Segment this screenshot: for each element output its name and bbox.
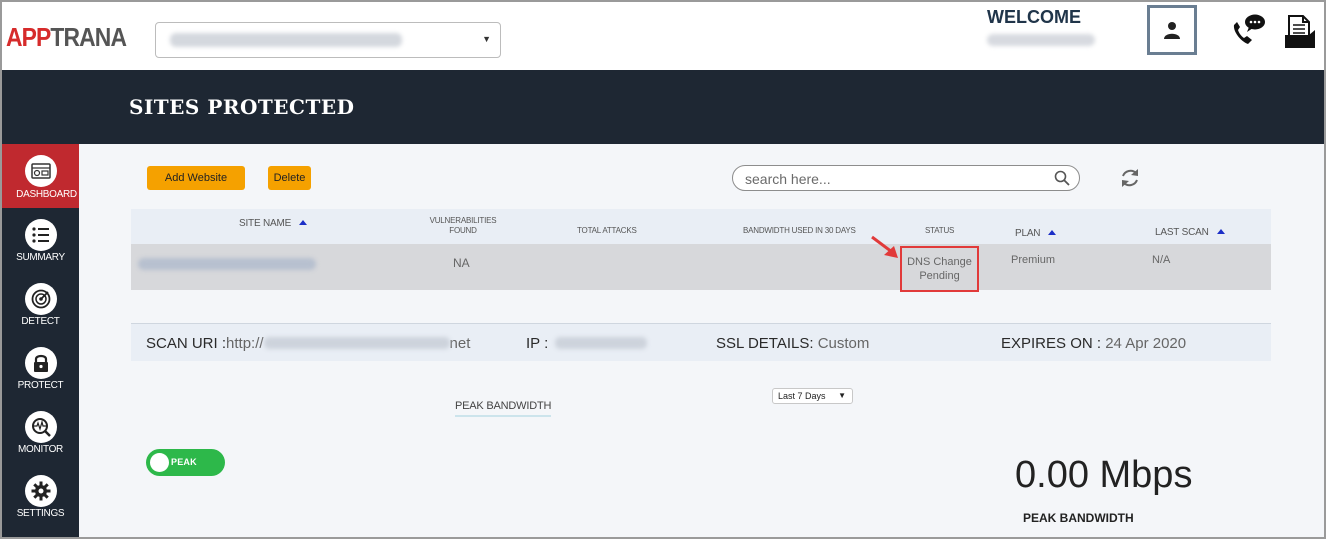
sidebar-icon-circle: [25, 283, 57, 315]
peak-bandwidth-value: 0.00 Mbps: [1015, 454, 1193, 496]
sort-asc-icon[interactable]: [299, 220, 308, 225]
col-plan-label: PLAN: [1015, 228, 1041, 239]
page-title: SITES PROTECTED: [129, 95, 355, 119]
col-site-name[interactable]: SITE NAME: [239, 218, 308, 229]
sidebar-item-label: SETTINGS: [16, 508, 65, 519]
date-range-select[interactable]: Last 7 Days ▼: [772, 388, 853, 404]
scan-ip-masked: [555, 337, 648, 349]
monitor-search-icon: [32, 418, 51, 437]
sidebar-item-label: DASHBOARD: [16, 189, 77, 200]
sidebar-item-monitor[interactable]: MONITOR: [2, 400, 79, 464]
sidebar-icon-circle: [25, 475, 57, 507]
welcome-username: [987, 34, 1095, 46]
col-vulnerabilities-line2: FOUND: [449, 226, 477, 235]
chevron-down-icon: ▼: [838, 391, 846, 400]
col-last-scan[interactable]: LAST SCAN: [1155, 227, 1225, 238]
status-line2: Pending: [919, 270, 960, 282]
sort-asc-icon[interactable]: [1048, 230, 1057, 235]
scan-uri: SCAN URI :http:// net: [146, 335, 470, 352]
site-selector-value: [170, 33, 402, 47]
site-selector-dropdown[interactable]: ▼: [155, 22, 501, 58]
toggle-label: PEAK: [171, 457, 197, 467]
tab-peak-bandwidth[interactable]: PEAK BANDWIDTH: [455, 400, 551, 417]
scan-uri-masked: [263, 337, 450, 349]
support-chat-icon[interactable]: [1230, 13, 1266, 52]
vulnerabilities-cell: NA: [453, 256, 470, 270]
add-website-button[interactable]: Add Website: [147, 166, 245, 190]
sidebar: DASHBOARD SUMMARY DETECT PROTECT MONITOR…: [2, 144, 79, 537]
app-frame: APPTRANA ▼ WELCOME SITES PROTECTED DASHB…: [0, 0, 1326, 539]
col-last-scan-label: LAST SCAN: [1155, 227, 1209, 238]
ssl-value: Custom: [817, 335, 870, 352]
toggle-knob: [150, 453, 169, 472]
col-bandwidth: BANDWIDTH USED IN 30 DAYS: [743, 226, 856, 235]
date-range-value: Last 7 Days: [778, 391, 826, 401]
col-vulnerabilities: VULNERABILITIES FOUND: [421, 216, 505, 236]
site-name-cell[interactable]: [138, 258, 316, 270]
sidebar-icon-circle: [25, 411, 57, 443]
last-scan-cell: N/A: [1152, 254, 1171, 266]
search-icon[interactable]: [1054, 170, 1070, 186]
peak-bandwidth-label: PEAK BANDWIDTH: [1023, 511, 1134, 525]
col-plan[interactable]: PLAN: [1015, 228, 1057, 239]
refresh-icon[interactable]: [1119, 167, 1141, 189]
radar-icon: [31, 289, 51, 309]
delete-button[interactable]: Delete: [268, 166, 311, 190]
documents-icon[interactable]: [1283, 15, 1317, 54]
user-profile-button[interactable]: [1147, 5, 1197, 55]
status-cell: DNS Change Pending: [902, 255, 977, 283]
col-status: STATUS: [925, 226, 955, 235]
logo-rest: TRANA: [50, 22, 127, 52]
scan-uri-suffix: net: [449, 335, 471, 352]
col-vulnerabilities-line1: VULNERABILITIES: [429, 216, 497, 225]
search-box: [732, 165, 1080, 191]
sidebar-item-label: DETECT: [21, 316, 60, 327]
col-total-attacks: TOTAL ATTACKS: [577, 226, 637, 235]
sidebar-item-settings[interactable]: SETTINGS: [2, 464, 79, 528]
search-input[interactable]: [745, 170, 1045, 187]
sidebar-icon-circle: [25, 219, 57, 251]
top-bar: APPTRANA ▼ WELCOME: [2, 2, 1324, 70]
peak-toggle[interactable]: PEAK: [146, 449, 225, 476]
status-highlight-box: DNS Change Pending: [900, 246, 979, 292]
logo-brand: APP: [6, 22, 51, 52]
user-icon: [1164, 22, 1180, 39]
sites-table-header: SITE NAME VULNERABILITIES FOUND TOTAL AT…: [131, 209, 1271, 244]
sidebar-item-dashboard[interactable]: DASHBOARD: [2, 144, 79, 208]
lock-icon: [34, 354, 48, 372]
annotation-arrow-icon: [871, 235, 898, 258]
sidebar-item-label: MONITOR: [18, 444, 63, 455]
sidebar-item-protect[interactable]: PROTECT: [2, 336, 79, 400]
status-line1: DNS Change: [907, 256, 972, 268]
welcome-label: WELCOME: [987, 7, 1081, 27]
sidebar-item-label: PROTECT: [17, 380, 64, 391]
page-header-band: SITES PROTECTED: [2, 70, 1324, 144]
expires-label: EXPIRES ON :: [1001, 335, 1102, 352]
apptrana-logo[interactable]: APPTRANA: [6, 22, 127, 53]
ssl-details: SSL DETAILS: Custom: [716, 335, 869, 352]
plan-cell: Premium: [1011, 254, 1056, 266]
gear-icon: [31, 481, 51, 501]
table-row[interactable]: NA Premium N/A: [131, 244, 1271, 290]
sidebar-item-detect[interactable]: DETECT: [2, 272, 79, 336]
sidebar-item-summary[interactable]: SUMMARY: [2, 208, 79, 272]
scan-info-bar: SCAN URI :http:// net IP : SSL DETAILS: C…: [131, 323, 1271, 361]
sort-asc-icon[interactable]: [1216, 229, 1225, 234]
list-icon: [32, 227, 49, 243]
sidebar-item-label: SUMMARY: [16, 252, 65, 263]
expires-on: EXPIRES ON : 24 Apr 2020: [1001, 335, 1186, 352]
scan-uri-label: SCAN URI :: [146, 335, 227, 352]
dashboard-icon: [31, 163, 51, 179]
chevron-down-icon: ▼: [482, 34, 491, 44]
expires-value: 24 Apr 2020: [1105, 335, 1187, 352]
sidebar-icon-circle: [25, 347, 57, 379]
scan-uri-prefix: http://: [226, 335, 264, 352]
col-site-name-label: SITE NAME: [239, 218, 292, 229]
scan-ip-label: IP :: [526, 335, 549, 352]
scan-ip: IP :: [526, 335, 648, 352]
ssl-label: SSL DETAILS:: [716, 335, 814, 352]
sidebar-icon-circle: [25, 155, 57, 187]
